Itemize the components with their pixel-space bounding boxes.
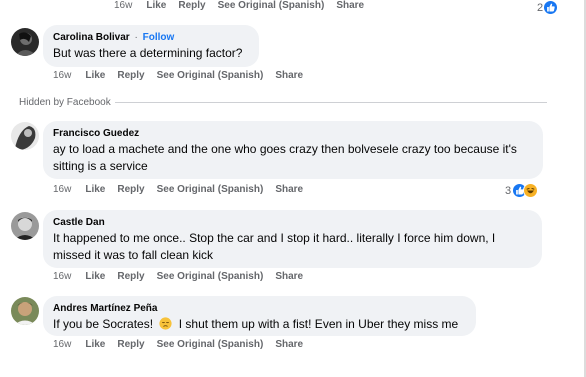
reply-button[interactable]: Reply [117, 271, 144, 282]
comment-timestamp[interactable]: 16w [53, 271, 71, 282]
comment-author[interactable]: Andres Martínez Peña [53, 302, 466, 316]
reaction-summary[interactable]: 2 [537, 0, 559, 15]
like-reaction-icon [543, 0, 559, 15]
comment-bubble: Francisco Guedez ay to load a machete an… [43, 121, 543, 179]
reply-button[interactable]: Reply [178, 0, 205, 11]
reaction-summary[interactable]: 3 [505, 183, 539, 198]
like-button[interactable]: Like [85, 271, 105, 282]
reply-button[interactable]: Reply [117, 339, 144, 350]
haha-reaction-icon [523, 183, 539, 198]
comment-text: ay to load a machete and the one who goe… [53, 142, 517, 173]
comment-actions: 16w Like Reply See Original (Spanish) Sh… [53, 339, 315, 350]
comment-timestamp[interactable]: 16w [53, 184, 71, 195]
comment-author[interactable]: Castle Dan [53, 216, 532, 230]
separator-dot: · [134, 32, 138, 43]
see-original-button[interactable]: See Original (Spanish) [218, 0, 325, 11]
see-original-button[interactable]: See Original (Spanish) [157, 70, 264, 81]
comment-actions: 16w Like Reply See Original (Spanish) Sh… [53, 271, 315, 282]
see-original-button[interactable]: See Original (Spanish) [157, 184, 264, 195]
comment-text: But was there a determining factor? [53, 46, 243, 60]
share-button[interactable]: Share [275, 184, 303, 195]
avatar[interactable] [11, 297, 39, 325]
share-button[interactable]: Share [275, 70, 303, 81]
pensive-emoji-icon [159, 317, 172, 335]
comment-author: Carolina Bolivar · Follow [53, 31, 249, 45]
comment-actions: 16w Like Reply See Original (Spanish) Sh… [53, 184, 315, 195]
see-original-button[interactable]: See Original (Spanish) [157, 271, 264, 282]
comment-timestamp[interactable]: 16w [53, 339, 71, 350]
comment-bubble: Castle Dan It happened to me once.. Stop… [43, 210, 542, 268]
author-name[interactable]: Carolina Bolivar [53, 32, 130, 43]
reaction-count: 3 [505, 184, 512, 197]
divider-line [114, 102, 547, 103]
comment-actions: 16w Like Reply See Original (Spanish) Sh… [53, 70, 315, 81]
like-button[interactable]: Like [85, 339, 105, 350]
reply-button[interactable]: Reply [117, 70, 144, 81]
follow-button[interactable]: Follow [143, 32, 175, 43]
like-button[interactable]: Like [85, 70, 105, 81]
reply-button[interactable]: Reply [117, 184, 144, 195]
share-button[interactable]: Share [336, 0, 364, 11]
comment-bubble: Carolina Bolivar · Follow But was there … [43, 25, 259, 67]
comment-text-part: I shut them up with a fist! Even in Uber… [178, 317, 459, 331]
comment-text: If you be Socrates! I shut them up with … [53, 316, 466, 335]
share-button[interactable]: Share [275, 271, 303, 282]
comment-bubble: Andres Martínez Peña If you be Socrates!… [43, 296, 476, 336]
comment-text-part: If you be Socrates! [53, 317, 154, 331]
share-button[interactable]: Share [275, 339, 303, 350]
comment-timestamp[interactable]: 16w [53, 70, 71, 81]
comment-text: It happened to me once.. Stop the car an… [53, 231, 496, 262]
comment-actions-top: 16w Like Reply See Original (Spanish) Sh… [114, 0, 376, 11]
comment-author[interactable]: Francisco Guedez [53, 127, 533, 141]
comment-timestamp[interactable]: 16w [114, 0, 132, 11]
like-button[interactable]: Like [146, 0, 166, 11]
avatar[interactable] [11, 28, 39, 56]
avatar[interactable] [11, 122, 39, 150]
like-button[interactable]: Like [85, 184, 105, 195]
avatar[interactable] [11, 212, 39, 240]
hidden-label: Hidden by Facebook [19, 97, 111, 108]
see-original-button[interactable]: See Original (Spanish) [157, 339, 264, 350]
hidden-by-facebook-divider: Hidden by Facebook [19, 97, 547, 108]
